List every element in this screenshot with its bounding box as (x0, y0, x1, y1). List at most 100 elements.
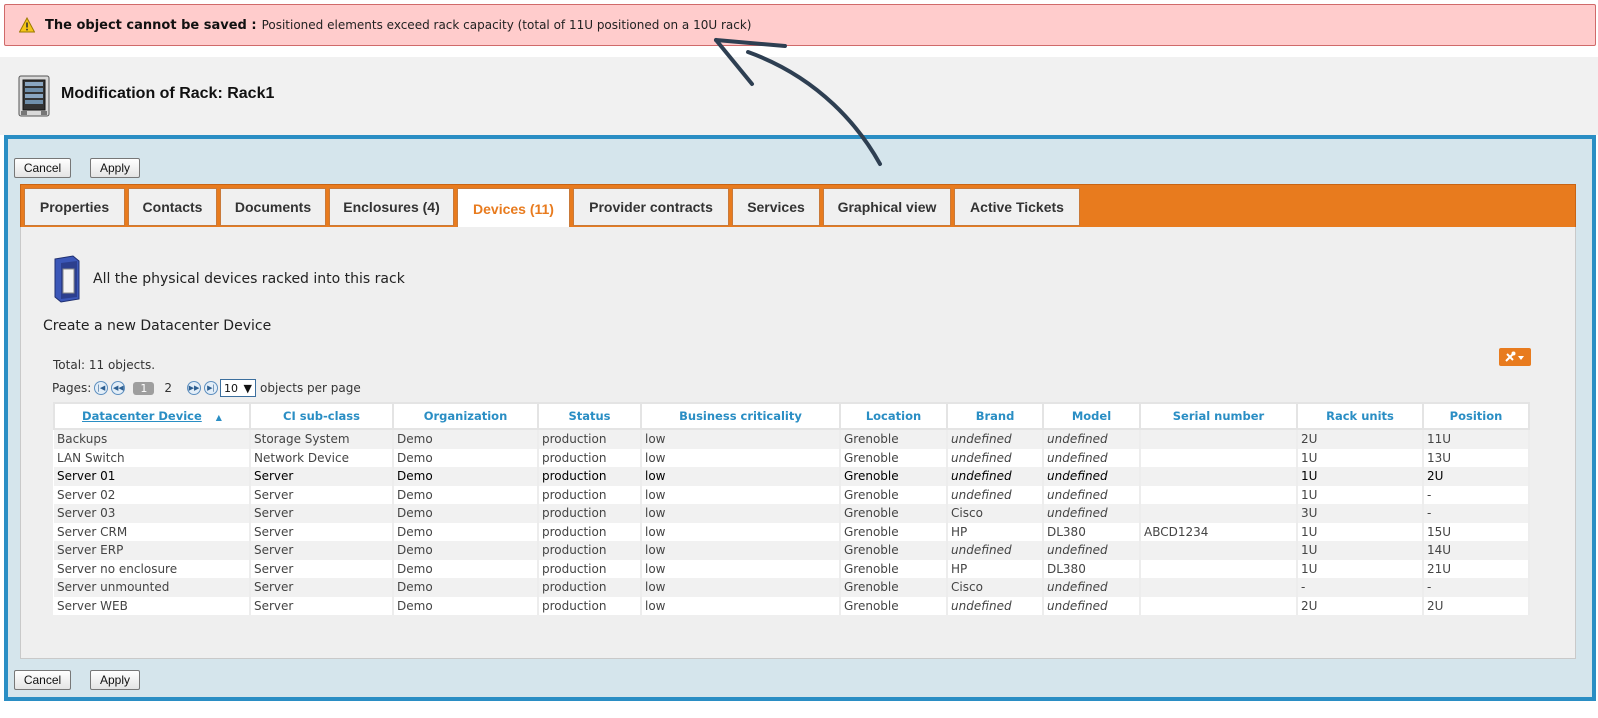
col-model[interactable]: Model (1042, 402, 1141, 430)
cell-organization[interactable]: Demo (393, 559, 539, 578)
last-page-icon[interactable]: ▶| (204, 381, 218, 395)
devices-table: Datacenter Device ▲ CI sub-class Organiz… (53, 402, 1530, 615)
warning-icon (19, 17, 35, 33)
cell-device-name[interactable]: LAN Switch (54, 448, 251, 467)
next-page-icon[interactable]: ▶▶ (187, 381, 201, 395)
tab-active-tickets[interactable]: Active Tickets (954, 188, 1080, 226)
table-row[interactable]: LAN Switch Network Device Demo production lo… (54, 448, 1530, 467)
table-row[interactable]: Backups Storage System Demo production low Gr… (54, 429, 1530, 449)
cell-organization[interactable]: Demo (393, 504, 539, 523)
cell-organization[interactable]: Demo (393, 467, 539, 486)
first-page-icon[interactable]: |◀ (94, 381, 109, 395)
cell-location[interactable]: Grenoble (840, 448, 948, 467)
col-datacenter-device[interactable]: Datacenter Device ▲ (53, 402, 251, 430)
cell-brand[interactable]: HP (947, 522, 1044, 541)
cell-organization[interactable]: Demo (393, 485, 539, 504)
cell-position: 21U (1423, 559, 1530, 578)
col-serial-number[interactable]: Serial number (1139, 402, 1298, 430)
cell-model[interactable]: DL380 (1043, 559, 1141, 578)
col-business-criticality[interactable]: Business criticality (640, 402, 841, 430)
cell-device-name[interactable]: Server unmounted (54, 578, 251, 597)
cell-brand: undefined (947, 467, 1044, 486)
cell-organization[interactable]: Demo (393, 448, 539, 467)
cell-model: undefined (1043, 596, 1141, 615)
table-row[interactable]: Server 01 Server Demo production low Grenoble… (54, 467, 1530, 486)
apply-button-top[interactable]: Apply (90, 158, 140, 178)
prev-page-icon[interactable]: ◀◀ (111, 381, 126, 395)
cell-device-name[interactable]: Server WEB (54, 596, 251, 615)
cell-device-name[interactable]: Backups (54, 429, 251, 449)
table-row[interactable]: Server 02 Server Demo production low Grenoble… (54, 485, 1530, 504)
create-device-link[interactable]: Create a new Datacenter Device (43, 318, 271, 334)
cell-position: 14U (1423, 541, 1530, 560)
cell-organization[interactable]: Demo (393, 429, 539, 449)
cell-serial (1140, 429, 1298, 449)
tab-properties[interactable]: Properties (24, 188, 125, 226)
cell-organization[interactable]: Demo (393, 541, 539, 560)
tools-button[interactable] (1499, 348, 1531, 366)
cell-position: 2U (1423, 596, 1530, 615)
cell-location[interactable]: Grenoble (840, 429, 948, 449)
page-title: Modification of Rack: Rack1 (61, 85, 275, 102)
cell-criticality: low (641, 522, 841, 541)
cell-location[interactable]: Grenoble (840, 541, 948, 560)
cell-criticality: low (641, 429, 841, 449)
tab-documents[interactable]: Documents (220, 188, 326, 226)
cell-device-name[interactable]: Server ERP (54, 541, 251, 560)
cell-model: undefined (1043, 504, 1141, 523)
tab-provider-contracts[interactable]: Provider contracts (573, 188, 729, 226)
cell-device-name[interactable]: Server 03 (54, 504, 251, 523)
cell-serial (1140, 578, 1298, 597)
cell-device-name[interactable]: Server 01 (54, 467, 251, 486)
per-page-select[interactable]: 10 ▼ (220, 379, 256, 397)
cell-location[interactable]: Grenoble (840, 467, 948, 486)
table-row[interactable]: Server WEB Server Demo production low Grenobl… (54, 596, 1530, 615)
cancel-button-top[interactable]: Cancel (14, 158, 71, 178)
cell-location[interactable]: Grenoble (840, 522, 948, 541)
cell-organization[interactable]: Demo (393, 596, 539, 615)
table-row[interactable]: Server 03 Server Demo production low Grenoble… (54, 504, 1530, 523)
col-organization[interactable]: Organization (392, 402, 539, 430)
cancel-button-bottom[interactable]: Cancel (14, 670, 71, 690)
col-location[interactable]: Location (839, 402, 948, 430)
cell-device-name[interactable]: Server no enclosure (54, 559, 251, 578)
cell-status: production (538, 559, 642, 578)
cell-device-name[interactable]: Server CRM (54, 522, 251, 541)
cell-rack-units: 3U (1297, 504, 1424, 523)
cell-status: production (538, 504, 642, 523)
device-icon (54, 255, 80, 303)
rack-icon (18, 75, 50, 117)
col-status[interactable]: Status (537, 402, 642, 430)
cell-location[interactable]: Grenoble (840, 578, 948, 597)
tab-services[interactable]: Services (732, 188, 820, 226)
tab-devices[interactable]: Devices (11) (457, 188, 570, 229)
cell-location[interactable]: Grenoble (840, 596, 948, 615)
col-position[interactable]: Position (1422, 402, 1530, 430)
cell-location[interactable]: Grenoble (840, 504, 948, 523)
col-brand[interactable]: Brand (946, 402, 1044, 430)
cell-organization[interactable]: Demo (393, 522, 539, 541)
cell-criticality: low (641, 578, 841, 597)
tab-graphical-view[interactable]: Graphical view (823, 188, 951, 226)
cell-location[interactable]: Grenoble (840, 485, 948, 504)
table-row[interactable]: Server no enclosure Server Demo production l… (54, 559, 1530, 578)
cell-location[interactable]: Grenoble (840, 559, 948, 578)
cell-model: undefined (1043, 467, 1141, 486)
table-row[interactable]: Server unmounted Server Demo production low G… (54, 578, 1530, 597)
cell-brand[interactable]: HP (947, 559, 1044, 578)
apply-button-bottom[interactable]: Apply (90, 670, 140, 690)
tab-contacts[interactable]: Contacts (128, 188, 217, 226)
page-2-link[interactable]: 2 (164, 381, 172, 395)
table-row[interactable]: Server CRM Server Demo production low Grenobl… (54, 522, 1530, 541)
col-ci-subclass[interactable]: CI sub-class (249, 402, 394, 430)
table-row[interactable]: Server ERP Server Demo production low Grenobl… (54, 541, 1530, 560)
cell-organization[interactable]: Demo (393, 578, 539, 597)
cell-brand[interactable]: Cisco (947, 504, 1044, 523)
cell-brand[interactable]: Cisco (947, 578, 1044, 597)
col-rack-units[interactable]: Rack units (1296, 402, 1424, 430)
cell-serial (1140, 504, 1298, 523)
tab-enclosures[interactable]: Enclosures (4) (329, 188, 454, 226)
cell-model: undefined (1043, 429, 1141, 449)
cell-device-name[interactable]: Server 02 (54, 485, 251, 504)
cell-model[interactable]: DL380 (1043, 522, 1141, 541)
